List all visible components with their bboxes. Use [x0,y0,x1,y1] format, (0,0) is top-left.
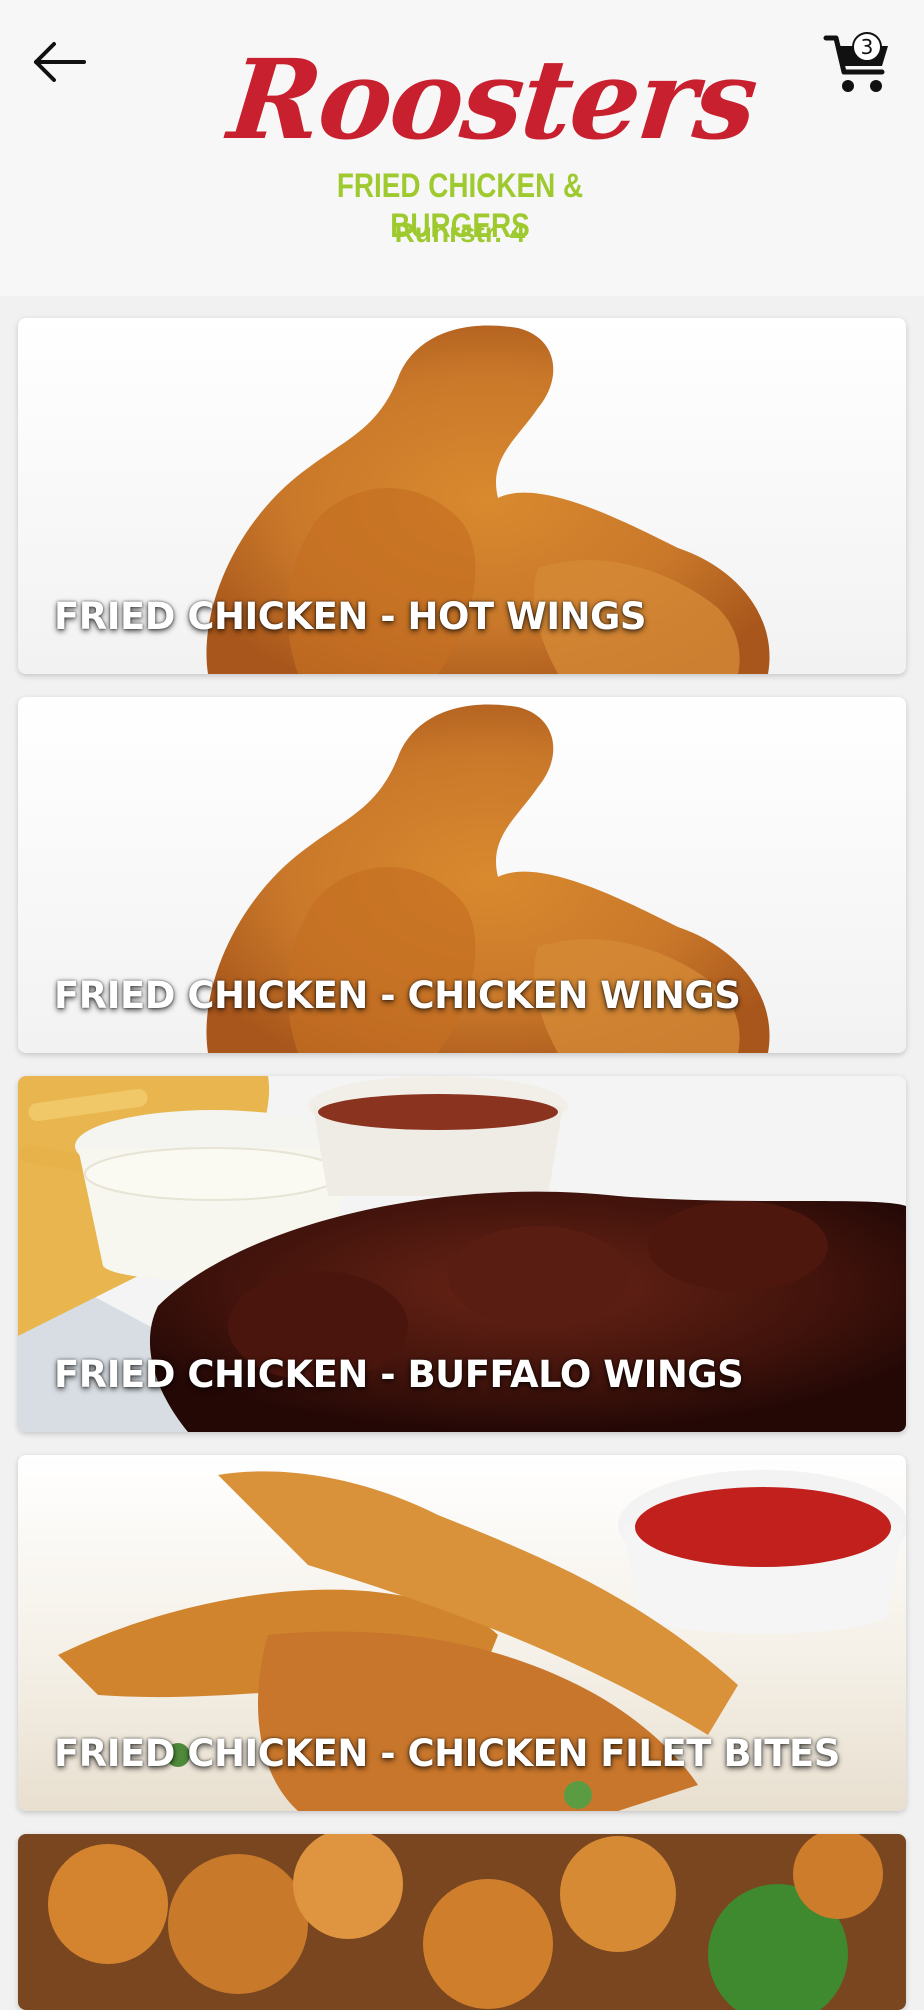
back-button[interactable] [28,34,92,90]
category-title: FRIED CHICKEN - BUFFALO WINGS [54,1353,744,1396]
category-image [18,1834,906,2010]
cart-button[interactable]: 3 [822,28,894,98]
category-title: FRIED CHICKEN - CHICKEN FILET BITES [54,1732,840,1775]
category-card-chicken-wings[interactable]: FRIED CHICKEN - CHICKEN WINGS [18,697,906,1053]
category-card-chicken-filet-bites[interactable]: FRIED CHICKEN - CHICKEN FILET BITES [18,1455,906,1811]
category-card-partial[interactable] [18,1834,906,2010]
arrow-left-icon [34,42,86,82]
cart-count-badge: 3 [852,32,882,62]
logo-brand-text: Roosters [223,35,762,164]
category-card-hot-wings[interactable]: FRIED CHICKEN - HOT WINGS [18,318,906,674]
restaurant-logo: Roosters FRIED CHICKEN & BURGERS Ruhrstr… [223,30,761,260]
restaurant-address: Ruhrstr. 4 [394,217,526,248]
category-card-buffalo-wings[interactable]: FRIED CHICKEN - BUFFALO WINGS [18,1076,906,1432]
app-header: Roosters FRIED CHICKEN & BURGERS Ruhrstr… [0,0,924,296]
category-title: FRIED CHICKEN - HOT WINGS [54,595,647,638]
category-title: FRIED CHICKEN - CHICKEN WINGS [54,974,741,1017]
